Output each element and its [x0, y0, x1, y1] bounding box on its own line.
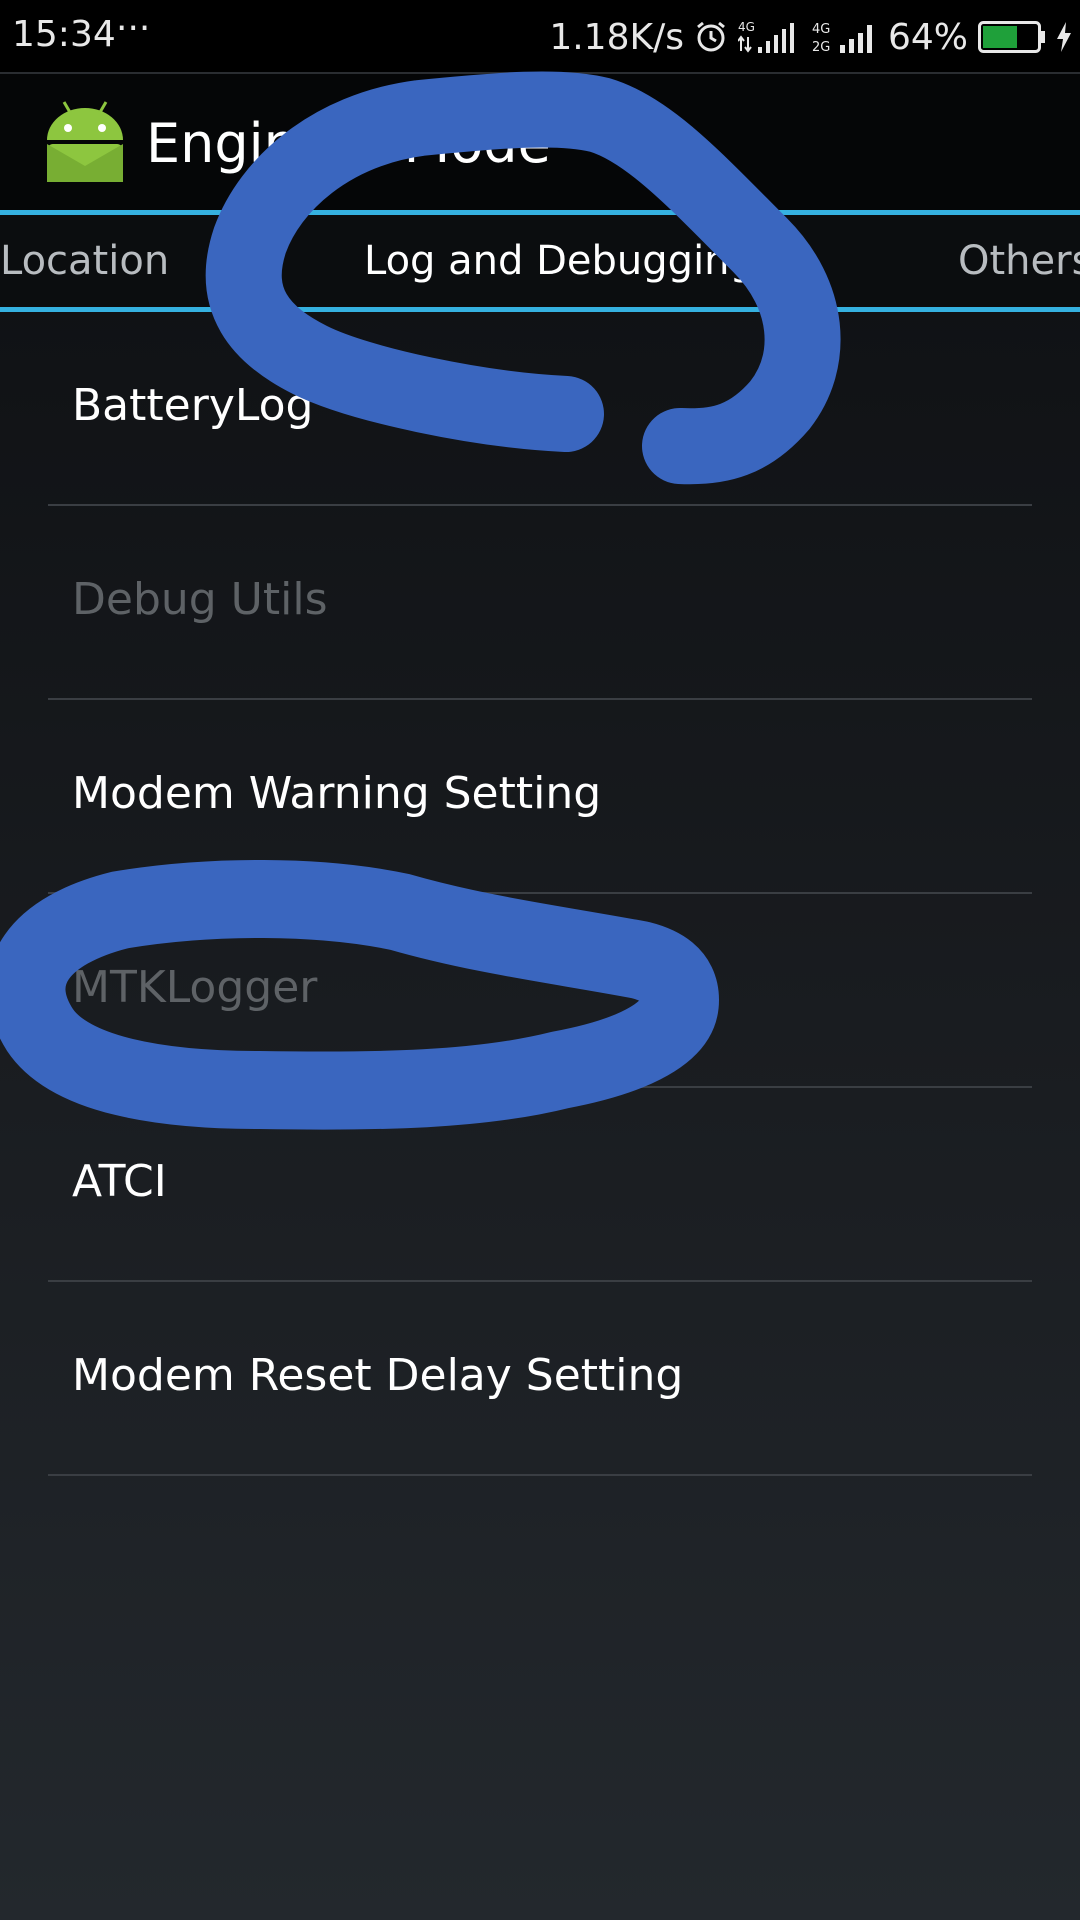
tab-log-and-debugging[interactable]: Log and Debugging — [364, 215, 755, 307]
net-label-4g-second: 4G — [812, 22, 830, 37]
list-item-modem-reset-delay-setting[interactable]: Modem Reset Delay Setting — [48, 1282, 1032, 1476]
charging-bolt-icon — [1057, 22, 1071, 52]
notification-dots-icon: ··· — [116, 8, 151, 49]
signal-4g-icon: 4G — [737, 20, 794, 53]
list-item-debug-utils: Debug Utils — [48, 506, 1032, 700]
tab-others[interactable]: Others — [958, 215, 1080, 307]
status-time: 15:34 — [12, 14, 116, 55]
list-item-label: Debug Utils — [72, 574, 328, 625]
battery-percentage: 64% — [887, 16, 968, 58]
list-item-modem-warning-setting[interactable]: Modem Warning Setting — [48, 700, 1032, 894]
list-item-mtklogger: MTKLogger — [48, 894, 1032, 1088]
battery-icon — [978, 21, 1045, 53]
net-label-2g: 2G — [812, 40, 830, 55]
list-item-label: Modem Warning Setting — [72, 768, 602, 819]
action-bar: Engineer Mode — [0, 74, 1080, 210]
net-label-4g: 4G — [738, 20, 755, 34]
list-item-atci[interactable]: ATCI — [48, 1088, 1032, 1282]
page-title: Engineer Mode — [146, 112, 551, 175]
list-item-label: ATCI — [72, 1156, 167, 1207]
settings-list: BatteryLog Debug Utils Modem Warning Set… — [48, 312, 1032, 1476]
list-item-label: BatteryLog — [72, 380, 314, 431]
status-bar: 15:34 ··· 1.18K/s 4G 4G 2G 64% — [0, 0, 1080, 74]
tab-strip: Location Log and Debugging Others — [0, 210, 1080, 312]
network-speed: 1.18K/s — [549, 16, 684, 58]
list-item-batterylog[interactable]: BatteryLog — [48, 312, 1032, 506]
signal-4g-2g-icon: 4G 2G — [812, 22, 872, 55]
alarm-icon — [697, 21, 725, 52]
android-icon — [47, 101, 123, 182]
tab-location[interactable]: Location — [0, 215, 169, 307]
list-item-label: MTKLogger — [72, 962, 318, 1013]
list-item-label: Modem Reset Delay Setting — [72, 1350, 684, 1401]
status-icons: 1.18K/s 4G 4G 2G 64% — [549, 0, 1072, 74]
